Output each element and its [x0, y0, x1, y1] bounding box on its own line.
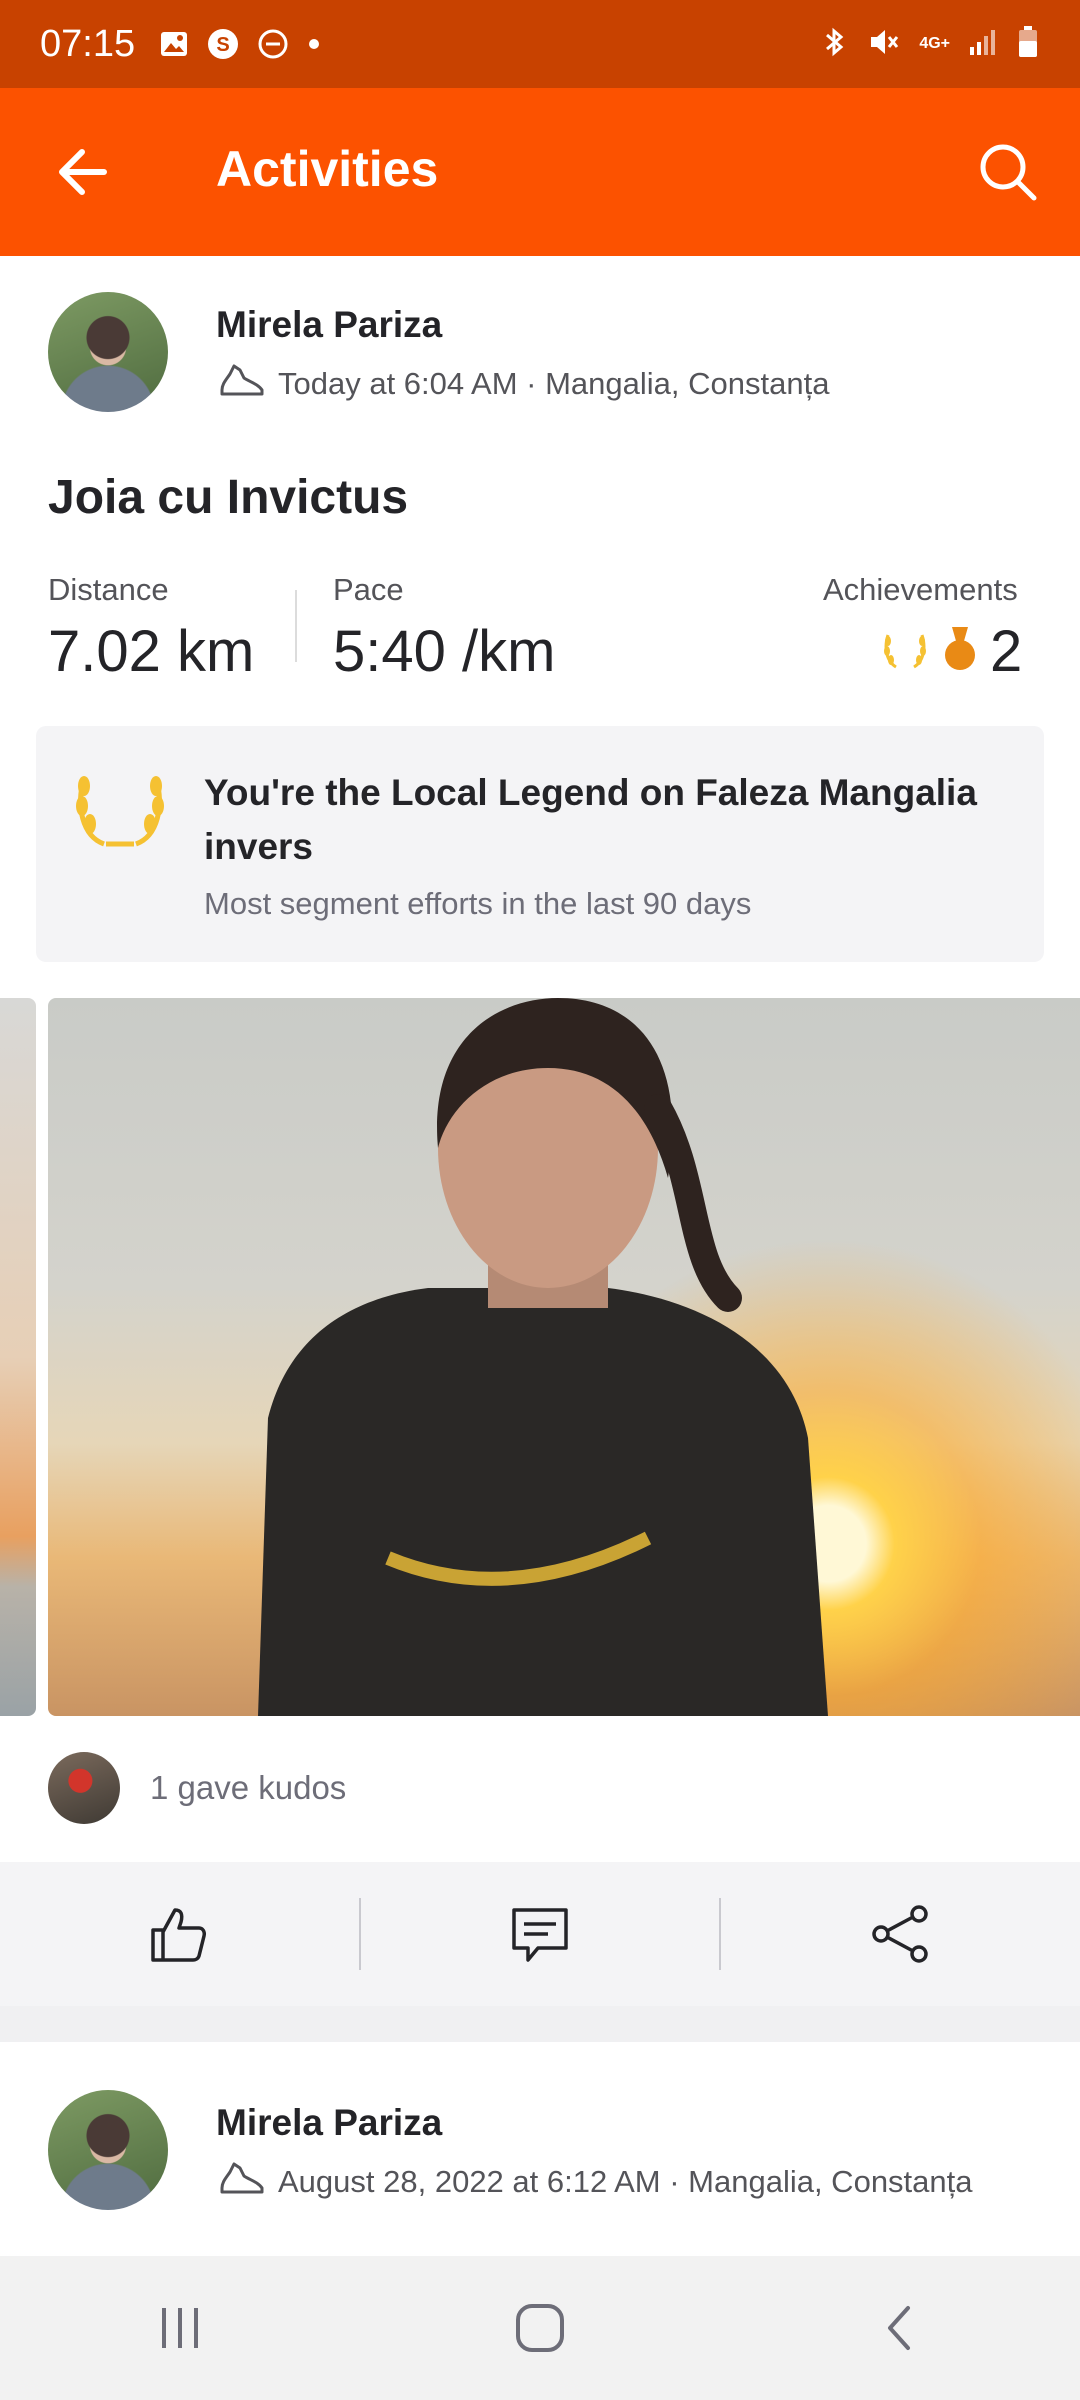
- kudos-row[interactable]: 1 gave kudos: [48, 1752, 346, 1824]
- timestamp-location: Today at 6:04 AM · Mangalia, Constanța: [278, 366, 830, 401]
- gallery-icon: [159, 29, 189, 59]
- local-legend-title: You're the Local Legend on Faleza Mangal…: [204, 772, 977, 867]
- network-type: 4G+: [919, 35, 950, 52]
- athlete-avatar[interactable]: [48, 292, 168, 412]
- distance-label: Distance: [48, 572, 169, 607]
- laurel-wreath-icon: [70, 766, 170, 855]
- page-title: Activities: [216, 141, 439, 197]
- arrow-left-icon: [59, 149, 107, 195]
- home-button[interactable]: [480, 2278, 600, 2378]
- recents-button[interactable]: [120, 2278, 240, 2378]
- achievements-row: 2: [880, 618, 1022, 685]
- signal-icon: [968, 27, 998, 62]
- local-legend-banner[interactable]: You're the Local Legend on Faleza Mangal…: [36, 726, 1044, 962]
- dot-icon: [307, 37, 321, 51]
- athlete-photo-figure: [258, 998, 828, 1716]
- chevron-left-icon: [888, 2306, 910, 2350]
- athlete-name[interactable]: Mirela Pariza: [216, 304, 442, 346]
- home-icon: [516, 2304, 564, 2352]
- achievements-count: 2: [990, 619, 1023, 684]
- comment-button[interactable]: [361, 1862, 720, 2006]
- achievements-label: Achievements: [823, 572, 1018, 607]
- svg-text:S: S: [216, 34, 229, 56]
- share-icon: [871, 1905, 928, 1963]
- back-nav-button[interactable]: [840, 2278, 960, 2378]
- do-not-disturb-icon: [257, 28, 289, 60]
- distance-value: 7.02 km: [48, 619, 255, 684]
- comment-icon: [512, 1908, 568, 1962]
- kudos-count[interactable]: 1 gave kudos: [150, 1769, 346, 1807]
- strava-s-icon: S: [207, 28, 239, 60]
- thumbs-up-icon: [151, 1908, 207, 1962]
- photo-carousel[interactable]: [0, 998, 1080, 1716]
- activity-photo[interactable]: [48, 998, 1080, 1716]
- local-legend-subtitle: Most segment efforts in the last 90 days: [204, 886, 752, 921]
- system-nav-bar: [0, 2256, 1080, 2400]
- activity-meta: August 28, 2022 at 6:12 AM · Mangalia, C…: [216, 2158, 973, 2206]
- app-bar: Activities: [0, 88, 1080, 256]
- mute-icon: [867, 25, 901, 64]
- kudos-avatar[interactable]: [48, 1752, 120, 1824]
- share-button[interactable]: [721, 1862, 1080, 2006]
- timestamp-location: August 28, 2022 at 6:12 AM · Mangalia, C…: [278, 2164, 973, 2199]
- local-legend-laurel-icon: [880, 627, 930, 676]
- bronze-medal-icon: [942, 625, 978, 678]
- status-bar: 07:15 S 4G+: [0, 0, 1080, 88]
- run-shoe-icon: [216, 2158, 266, 2206]
- search-icon: [980, 144, 1037, 201]
- activity-meta: Today at 6:04 AM · Mangalia, Constanța: [216, 360, 829, 408]
- search-button[interactable]: [976, 140, 1040, 204]
- pace-label: Pace: [333, 572, 404, 607]
- kudos-button[interactable]: [0, 1862, 359, 2006]
- athlete-name[interactable]: Mirela Pariza: [216, 2102, 442, 2144]
- action-bar: [0, 1862, 1080, 2006]
- previous-photo[interactable]: [0, 998, 36, 1716]
- next-activity-card[interactable]: Mirela Pariza August 28, 2022 at 6:12 AM…: [0, 2042, 1080, 2256]
- feed-divider: [0, 2006, 1080, 2042]
- battery-icon: [1016, 25, 1040, 64]
- bluetooth-icon: [821, 25, 849, 64]
- back-button[interactable]: [52, 144, 116, 200]
- status-time: 07:15: [40, 22, 136, 65]
- activity-title[interactable]: Joia cu Invictus: [48, 470, 408, 525]
- pace-value: 5:40 /km: [333, 619, 556, 684]
- run-shoe-icon: [216, 360, 266, 408]
- recents-icon: [162, 2308, 198, 2348]
- stat-divider: [295, 590, 297, 662]
- athlete-avatar[interactable]: [48, 2090, 168, 2210]
